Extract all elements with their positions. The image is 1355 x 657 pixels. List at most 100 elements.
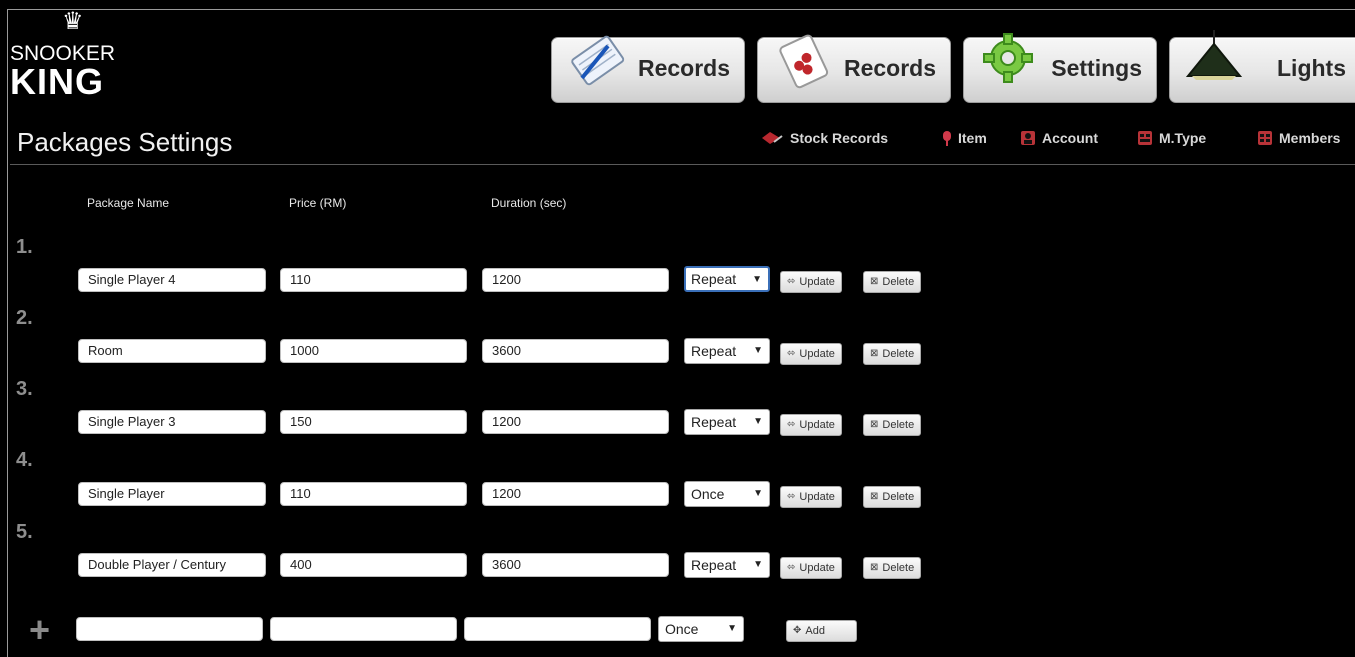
mode-select[interactable]: Once ▼: [684, 481, 770, 507]
package-name-input[interactable]: Room: [78, 339, 266, 363]
price-input[interactable]: 110: [280, 268, 467, 292]
subnav-members[interactable]: Members: [1257, 130, 1340, 146]
delete-button[interactable]: ⊠ Delete: [863, 557, 922, 579]
stock-icon: [762, 132, 783, 144]
plus-icon: +: [29, 609, 51, 650]
row-number: 4.: [16, 449, 33, 471]
delete-label: Delete: [882, 562, 915, 574]
caret-down-icon: ▼: [753, 488, 763, 499]
new-package-name-input[interactable]: [76, 617, 263, 641]
crown-icon: ♛: [62, 8, 84, 35]
mode-select-value: Repeat: [691, 271, 737, 287]
subnav-mtype[interactable]: M.Type: [1137, 130, 1206, 146]
nav-lights-label: Lights: [1277, 55, 1346, 81]
delete-icon: ⊠: [870, 348, 879, 359]
nav-records-cards-label: Records: [843, 55, 936, 81]
subnav-account[interactable]: Account: [1020, 130, 1098, 146]
caret-down-icon: ▼: [727, 623, 737, 634]
package-name-input[interactable]: Single Player: [78, 482, 266, 506]
add-label: Add: [805, 625, 825, 637]
cards-icon: [779, 34, 829, 89]
new-mode-select-value: Once: [665, 621, 699, 637]
update-label: Update: [799, 419, 835, 431]
update-button[interactable]: ⬄ Update: [780, 343, 842, 365]
new-price-input[interactable]: [270, 617, 457, 641]
nav-records-cards-button[interactable]: Records: [757, 34, 951, 103]
new-mode-select[interactable]: Once ▼: [658, 616, 744, 642]
subnav-stock-records-label: Stock Records: [790, 130, 889, 146]
duration-input[interactable]: 1200: [482, 410, 669, 434]
delete-button[interactable]: ⊠ Delete: [863, 414, 922, 436]
subnav-members-label: Members: [1279, 130, 1341, 146]
update-icon: ⬄: [787, 276, 796, 287]
update-label: Update: [799, 276, 835, 288]
members-icon: [1258, 131, 1272, 145]
row-number: 3.: [16, 378, 33, 400]
mode-select[interactable]: Repeat ▼: [684, 409, 770, 435]
mode-select-value: Repeat: [691, 414, 737, 430]
update-button[interactable]: ⬄ Update: [780, 271, 842, 293]
row-number: 2.: [16, 307, 33, 329]
duration-input[interactable]: 3600: [482, 339, 669, 363]
delete-label: Delete: [882, 491, 915, 503]
package-name-input[interactable]: Single Player 3: [78, 410, 266, 434]
delete-label: Delete: [882, 419, 915, 431]
nav-records-label: Records: [637, 55, 730, 81]
update-label: Update: [799, 562, 835, 574]
price-input[interactable]: 150: [280, 410, 467, 434]
update-label: Update: [799, 491, 835, 503]
update-icon: ⬄: [787, 491, 796, 502]
price-input[interactable]: 110: [280, 482, 467, 506]
title-divider: [10, 164, 1355, 165]
subnav-item[interactable]: Item: [942, 130, 987, 146]
update-icon: ⬄: [787, 562, 796, 573]
mode-select-value: Repeat: [691, 343, 737, 359]
subnav-item-label: Item: [958, 130, 987, 146]
gear-icon: [983, 33, 1033, 83]
update-button[interactable]: ⬄ Update: [780, 486, 842, 508]
caret-down-icon: ▼: [753, 345, 763, 356]
mode-select[interactable]: Repeat ▼: [684, 266, 770, 292]
delete-button[interactable]: ⊠ Delete: [863, 271, 922, 293]
update-label: Update: [799, 348, 835, 360]
mode-select[interactable]: Repeat ▼: [684, 552, 770, 578]
snooker-king-logo[interactable]: ♛ SNOOKER KING: [10, 10, 160, 100]
nav-lights-button[interactable]: Lights: [1169, 30, 1355, 103]
lamp-icon: [1185, 30, 1243, 80]
delete-button[interactable]: ⊠ Delete: [863, 343, 922, 365]
duration-input[interactable]: 1200: [482, 268, 669, 292]
caret-down-icon: ▼: [752, 274, 762, 285]
delete-button[interactable]: ⊠ Delete: [863, 486, 922, 508]
package-name-input[interactable]: Double Player / Century: [78, 553, 266, 577]
row-number: 5.: [16, 521, 33, 543]
duration-input[interactable]: 3600: [482, 553, 669, 577]
update-button[interactable]: ⬄ Update: [780, 414, 842, 436]
delete-label: Delete: [882, 276, 915, 288]
new-duration-input[interactable]: [464, 617, 651, 641]
price-input[interactable]: 1000: [280, 339, 467, 363]
row-number: 1.: [16, 236, 33, 258]
update-button[interactable]: ⬄ Update: [780, 557, 842, 579]
delete-icon: ⊠: [870, 419, 879, 430]
update-icon: ⬄: [787, 419, 796, 430]
nav-records-button[interactable]: Records: [551, 35, 745, 103]
subnav-stock-records[interactable]: Stock Records: [760, 130, 888, 146]
add-button[interactable]: ✥ Add: [786, 620, 857, 642]
mode-select[interactable]: Repeat ▼: [684, 338, 770, 364]
duration-input[interactable]: 1200: [482, 482, 669, 506]
caret-down-icon: ▼: [753, 416, 763, 427]
col-header-duration: Duration (sec): [491, 196, 567, 210]
delete-icon: ⊠: [870, 491, 879, 502]
account-icon: [1021, 131, 1035, 145]
notepad-icon: [571, 35, 625, 86]
package-name-input[interactable]: Single Player 4: [78, 268, 266, 292]
page-title: Packages Settings: [17, 127, 233, 157]
nav-settings-button[interactable]: Settings: [963, 33, 1157, 103]
col-header-package-name: Package Name: [87, 196, 170, 210]
update-icon: ⬄: [787, 348, 796, 359]
add-icon: ✥: [793, 625, 802, 636]
caret-down-icon: ▼: [753, 559, 763, 570]
price-input[interactable]: 400: [280, 553, 467, 577]
mode-select-value: Once: [691, 486, 725, 502]
mode-select-value: Repeat: [691, 557, 737, 573]
